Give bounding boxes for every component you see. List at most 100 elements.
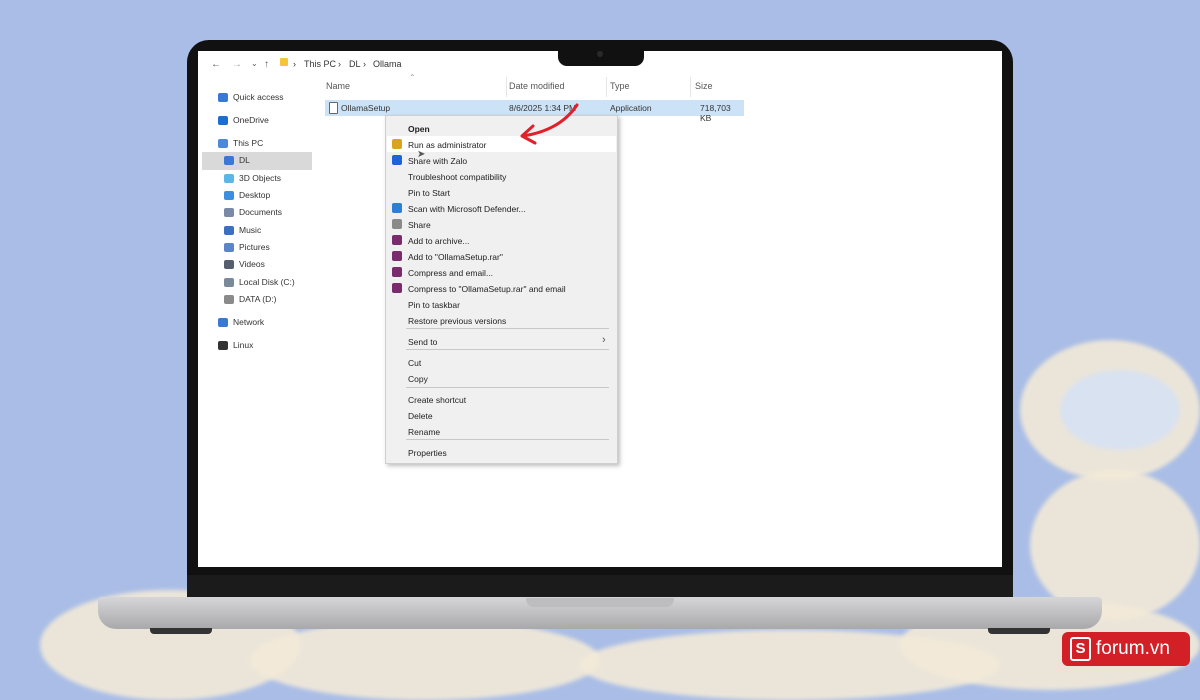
winrar-icon bbox=[392, 283, 402, 293]
menu-item-label: Restore previous versions bbox=[408, 316, 507, 326]
cloud-decoration bbox=[250, 620, 600, 700]
red-arrow-annotation bbox=[520, 103, 579, 145]
sidebar-item-videos[interactable]: Videos bbox=[224, 259, 265, 269]
shield-icon bbox=[392, 139, 402, 149]
menu-item-label: Cut bbox=[408, 358, 422, 368]
breadcrumb-separator: › bbox=[338, 59, 341, 69]
sidebar-item-local-disk-c[interactable]: Local Disk (C:) bbox=[224, 277, 295, 287]
menu-item-label: Send to bbox=[408, 337, 438, 347]
breadcrumb-ollama[interactable]: Ollama bbox=[373, 59, 402, 69]
menu-item-copy[interactable]: Copy bbox=[386, 372, 615, 386]
menu-item-scan-with-microsoft-defender[interactable]: Scan with Microsoft Defender... bbox=[386, 202, 615, 216]
submenu-arrow-icon: › bbox=[602, 334, 606, 346]
menu-item-rename[interactable]: Rename bbox=[386, 425, 615, 439]
sidebar-item-quick-access[interactable]: Quick access bbox=[218, 92, 284, 102]
sidebar-item-label: DATA (D:) bbox=[239, 294, 277, 304]
back-arrow-icon[interactable]: ← bbox=[211, 59, 221, 70]
menu-item-compress-and-email[interactable]: Compress and email... bbox=[386, 266, 615, 280]
sidebar-item-desktop[interactable]: Desktop bbox=[224, 190, 270, 200]
menu-item-send-to[interactable]: Send to bbox=[386, 335, 615, 349]
menu-item-pin-to-start[interactable]: Pin to Start bbox=[386, 186, 615, 200]
sidebar-item-pictures[interactable]: Pictures bbox=[224, 242, 270, 252]
menu-item-troubleshoot-compatibility[interactable]: Troubleshoot compatibility bbox=[386, 170, 615, 184]
sort-caret-icon: ⌃ bbox=[409, 73, 416, 82]
menu-item-label: Delete bbox=[408, 411, 433, 421]
sidebar-item-label: Documents bbox=[239, 207, 282, 217]
sidebar-item-3d-objects[interactable]: 3D Objects bbox=[224, 173, 281, 183]
music-icon bbox=[224, 225, 234, 235]
column-header-type[interactable]: Type bbox=[610, 81, 630, 91]
sidebar-item-label: Music bbox=[239, 225, 262, 235]
defender-icon bbox=[392, 203, 402, 213]
watermark-text: forum.vn bbox=[1096, 638, 1170, 659]
sidebar-item-label: Linux bbox=[233, 340, 254, 350]
menu-separator bbox=[406, 387, 609, 388]
menu-item-label: Compress and email... bbox=[408, 268, 494, 278]
sidebar-item-label: Local Disk (C:) bbox=[239, 277, 295, 287]
laptop-opening-groove bbox=[526, 598, 674, 607]
menu-item-compress-to-ollamasetup-rar-and-email[interactable]: Compress to "OllamaSetup.rar" and email bbox=[386, 282, 615, 296]
document-icon bbox=[224, 207, 234, 217]
sidebar-item-music[interactable]: Music bbox=[224, 225, 261, 235]
breadcrumb-this-pc[interactable]: This PC bbox=[304, 59, 336, 69]
menu-item-label: Troubleshoot compatibility bbox=[408, 172, 507, 182]
sidebar-item-label: 3D Objects bbox=[239, 173, 282, 183]
menu-item-label: Rename bbox=[408, 427, 441, 437]
column-header-size[interactable]: Size bbox=[695, 81, 713, 91]
menu-item-delete[interactable]: Delete bbox=[386, 409, 615, 423]
sidebar-item-this-pc[interactable]: This PC bbox=[218, 138, 263, 148]
forward-arrow-icon[interactable]: → bbox=[232, 59, 242, 70]
menu-item-label: Share bbox=[408, 220, 431, 230]
menu-item-label: Copy bbox=[408, 374, 428, 384]
column-divider[interactable] bbox=[506, 77, 507, 97]
desktop-icon bbox=[224, 190, 234, 200]
disk-icon bbox=[224, 277, 234, 287]
menu-item-pin-to-taskbar[interactable]: Pin to taskbar bbox=[386, 298, 615, 312]
sforum-logo-icon: S bbox=[1070, 637, 1091, 661]
sforum-watermark: S forum.vn bbox=[1062, 632, 1190, 666]
camera-notch bbox=[558, 42, 644, 66]
chevron-down-icon[interactable]: ⌄ bbox=[251, 59, 258, 68]
sidebar-item-network[interactable]: Network bbox=[218, 317, 264, 327]
menu-item-label: Pin to Start bbox=[408, 188, 451, 198]
menu-item-create-shortcut[interactable]: Create shortcut bbox=[386, 393, 615, 407]
menu-item-label: Open bbox=[408, 124, 430, 134]
sidebar-item-label: Pictures bbox=[239, 242, 270, 252]
breadcrumb-separator: › bbox=[293, 59, 296, 69]
up-arrow-icon[interactable]: ↑ bbox=[264, 59, 269, 70]
sidebar-item-label: This PC bbox=[233, 138, 264, 148]
menu-item-share[interactable]: Share bbox=[386, 218, 615, 232]
network-icon bbox=[218, 317, 228, 327]
file-size: 718,703 KB bbox=[700, 103, 731, 123]
context-menu: Open Run as administrator Share with Zalo T… bbox=[385, 115, 618, 464]
sidebar-item-onedrive[interactable]: OneDrive bbox=[218, 115, 269, 125]
menu-item-properties[interactable]: Properties bbox=[386, 446, 615, 460]
menu-item-label: Add to archive... bbox=[408, 236, 470, 246]
sidebar-item-linux[interactable]: Linux bbox=[218, 340, 253, 350]
file-name: OllamaSetup bbox=[341, 103, 391, 113]
explorer-window: ← → ⌄ ↑ › This PC › DL › Ollama Name ⌃ D… bbox=[198, 51, 1002, 567]
menu-separator bbox=[406, 328, 609, 329]
sidebar-item-dl[interactable]: DL bbox=[224, 155, 250, 165]
sidebar-item-documents[interactable]: Documents bbox=[224, 207, 282, 217]
menu-item-cut[interactable]: Cut bbox=[386, 356, 615, 370]
cloud-icon bbox=[218, 115, 228, 125]
column-header-name[interactable]: Name bbox=[326, 81, 350, 91]
sidebar-item-data-d[interactable]: DATA (D:) bbox=[224, 294, 276, 304]
sidebar-item-label: Desktop bbox=[239, 190, 271, 200]
file-type: Application bbox=[610, 103, 652, 113]
menu-item-label: Pin to taskbar bbox=[408, 300, 460, 310]
menu-item-add-to-archive[interactable]: Add to archive... bbox=[386, 234, 615, 248]
column-divider[interactable] bbox=[690, 77, 691, 97]
column-header-date[interactable]: Date modified bbox=[509, 81, 565, 91]
menu-item-add-to-ollamasetup-rar[interactable]: Add to "OllamaSetup.rar" bbox=[386, 250, 615, 264]
menu-item-restore-previous-versions[interactable]: Restore previous versions bbox=[386, 314, 615, 328]
computer-icon bbox=[218, 138, 228, 148]
column-divider[interactable] bbox=[606, 77, 607, 97]
download-folder-icon bbox=[224, 155, 234, 165]
breadcrumb-dl[interactable]: DL bbox=[349, 59, 361, 69]
winrar-icon bbox=[392, 251, 402, 261]
menu-item-label: Scan with Microsoft Defender... bbox=[408, 204, 526, 214]
cloud-decoration bbox=[1060, 370, 1180, 450]
winrar-icon bbox=[392, 267, 402, 277]
